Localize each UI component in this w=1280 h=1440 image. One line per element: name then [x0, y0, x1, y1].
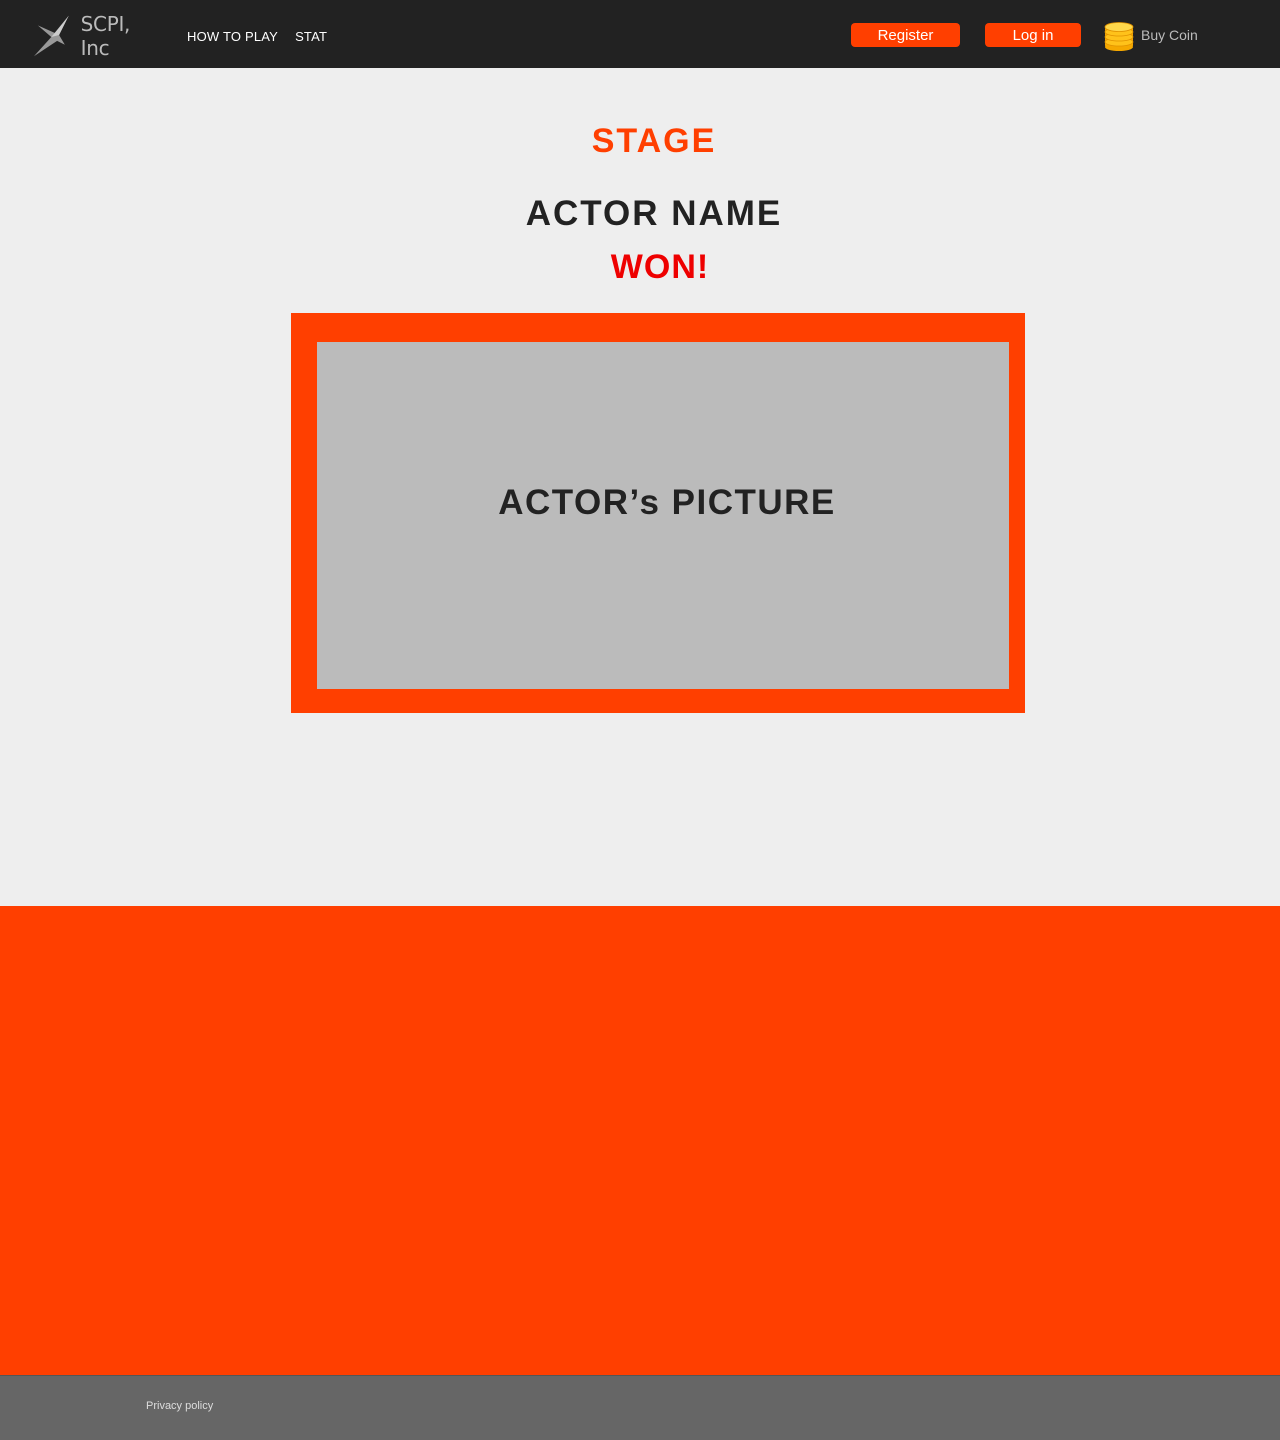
logo-text: SCPI, Inc — [80, 12, 131, 60]
register-button[interactable]: Register — [851, 23, 960, 47]
buy-coin-link[interactable]: Buy Coin — [1103, 19, 1198, 51]
won-text: WON! — [610, 248, 710, 286]
actor-name: ACTOR NAME — [525, 194, 783, 233]
privacy-policy-link[interactable]: Privacy policy — [146, 1400, 213, 1412]
login-button[interactable]: Log in — [985, 23, 1081, 47]
top-navbar: SCPI, Inc HOW TO PLAY STAT Register Log … — [0, 0, 1280, 68]
nav-how-to-play[interactable]: HOW TO PLAY — [187, 29, 278, 44]
actor-picture-placeholder: ACTOR’s PICTURE — [317, 342, 1009, 689]
orange-banner — [0, 906, 1280, 1375]
nav-stat[interactable]: STAT — [295, 29, 327, 44]
coin-stack-icon — [1104, 22, 1134, 51]
logo[interactable]: SCPI, Inc — [32, 12, 162, 60]
buy-coin-label: Buy Coin — [1141, 27, 1198, 43]
stage-title: STAGE — [591, 122, 717, 160]
footer: Privacy policy — [0, 1375, 1280, 1440]
actor-picture-frame: ACTOR’s PICTURE — [291, 313, 1025, 713]
main-nav: HOW TO PLAY STAT — [187, 29, 327, 44]
actor-picture-label: ACTOR’s PICTURE — [498, 482, 836, 522]
plane-logo-icon — [33, 15, 69, 57]
